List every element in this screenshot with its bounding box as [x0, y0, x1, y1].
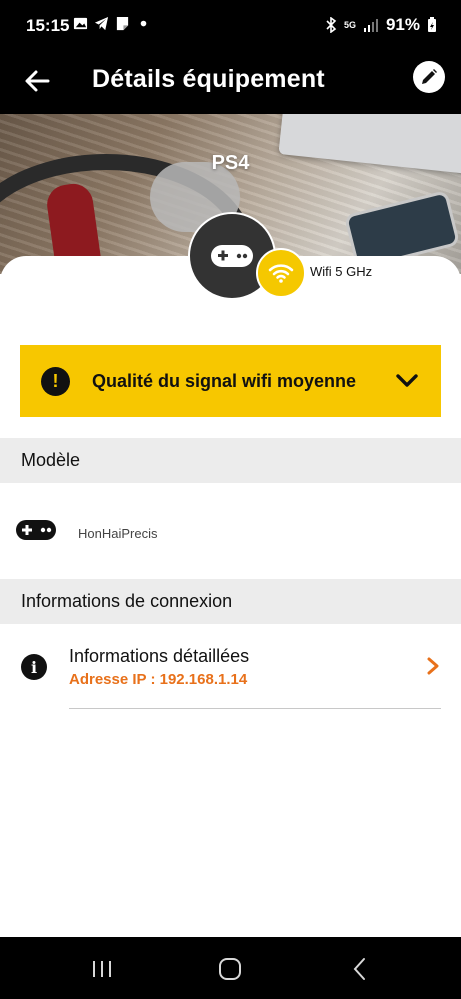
exclamation-icon: !	[41, 366, 70, 396]
model-value: HonHaiPrecis	[78, 526, 158, 541]
edit-button[interactable]	[413, 61, 445, 93]
wifi-icon	[268, 264, 294, 283]
alert-message: Qualité du signal wifi moyenne	[92, 370, 357, 391]
wifi-badge	[256, 248, 306, 298]
signal-quality-alert[interactable]: ! Qualité du signal wifi moyenne	[20, 345, 441, 417]
chevron-down-icon[interactable]	[395, 369, 419, 393]
home-icon[interactable]	[216, 955, 244, 983]
notification-icons	[73, 16, 151, 31]
system-nav-bar	[0, 937, 461, 999]
chevron-right-icon	[427, 657, 439, 675]
detailed-info-row[interactable]: i Informations détaillées Adresse IP : 1…	[0, 640, 461, 710]
status-time: 15:15	[26, 16, 70, 35]
gamepad-icon	[211, 245, 253, 267]
info-icon: i	[21, 654, 47, 680]
device-name: PS4	[211, 152, 250, 174]
gallery-icon	[73, 17, 88, 30]
signal-icon	[363, 19, 378, 32]
status-bar: 15:15 5G 91%	[0, 0, 461, 52]
note-icon	[116, 16, 129, 31]
divider	[69, 708, 441, 709]
back-icon[interactable]	[346, 955, 374, 983]
recents-icon[interactable]	[88, 955, 116, 983]
telegram-icon	[94, 16, 109, 31]
ip-address: Adresse IP : 192.168.1.14	[69, 671, 248, 688]
section-header-model: Modèle	[0, 438, 461, 483]
section-header-connection: Informations de connexion	[0, 579, 461, 624]
network-type: 5G	[343, 19, 356, 30]
detailed-info-title: Informations détaillées	[69, 646, 250, 666]
model-row: HonHaiPrecis	[0, 503, 461, 561]
bluetooth-icon	[326, 17, 337, 33]
battery-percentage: 91%	[385, 15, 420, 34]
arrow-left-icon[interactable]	[22, 66, 52, 96]
app-bar: Détails équipement	[0, 52, 461, 114]
pencil-icon	[422, 69, 437, 84]
battery-icon	[428, 17, 436, 32]
gamepad-icon	[16, 520, 56, 540]
dot-icon	[140, 20, 147, 27]
connection-label: Wifi 5 GHz	[310, 264, 373, 279]
system-icons: 5G 91%	[325, 15, 437, 35]
page-title: Détails équipement	[92, 65, 325, 93]
